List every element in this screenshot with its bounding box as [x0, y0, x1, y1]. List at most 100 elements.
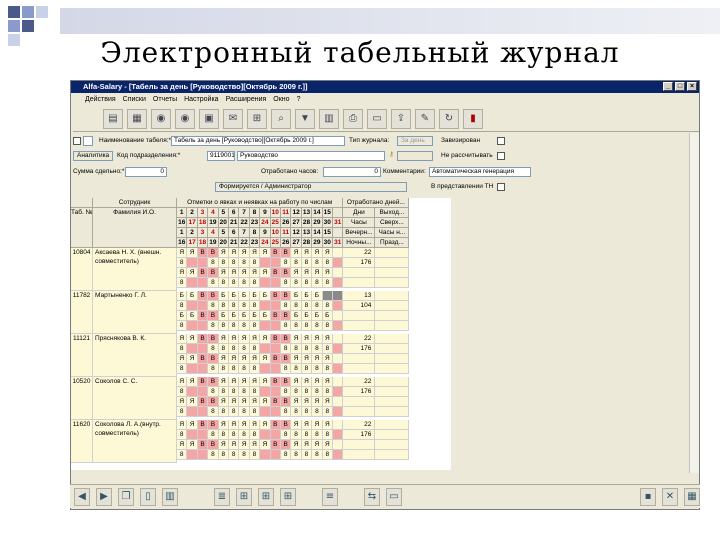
link-icon[interactable]: ⇆ [364, 487, 380, 506]
vertical-scrollbar[interactable] [689, 133, 699, 473]
day-cell: 8 [208, 344, 219, 354]
list-icon[interactable]: ≡ [322, 487, 338, 506]
refresh-icon[interactable]: ↻ [439, 108, 459, 129]
comment-field[interactable]: Автоматическая генерация [429, 167, 531, 177]
menu-reports[interactable]: Отчеты [153, 96, 177, 103]
journal-type-select[interactable]: За день [397, 136, 433, 146]
day-cell: 8 [291, 387, 302, 397]
day-cell [333, 321, 344, 331]
day-cell: Я [229, 397, 240, 407]
day-cell: 8 [218, 407, 229, 417]
book-icon[interactable]: ▮ [463, 108, 483, 129]
top-banner [60, 8, 720, 34]
menu-help[interactable]: ? [297, 96, 301, 103]
tree-icon[interactable]: ⊞ [247, 108, 267, 129]
card-icon[interactable]: ▭ [386, 487, 402, 506]
sum-field[interactable]: 0 [125, 167, 167, 177]
menu-actions[interactable]: Действия [85, 96, 116, 103]
dept-code-field[interactable]: 9119001 [207, 151, 235, 161]
table-row-name: Соколов С. С. [93, 377, 177, 420]
forward-arrow-icon[interactable]: ▶ [96, 487, 112, 506]
day-cell: Я [291, 440, 302, 450]
print-icon[interactable]: ⎙ [343, 108, 363, 129]
day-header: 19 [208, 218, 219, 228]
trash-icon[interactable]: ▥ [162, 487, 178, 506]
search-icon[interactable]: ⌕ [271, 108, 291, 129]
day-cell: Я [249, 334, 261, 344]
key-icon[interactable]: ⚷ [389, 150, 394, 158]
page-icon[interactable]: ▯ [140, 487, 156, 506]
grid-add-icon[interactable]: ⊞ [236, 487, 252, 506]
day-cell: Я [291, 377, 302, 387]
day-cell [197, 278, 209, 288]
header-employee: Сотрудник [93, 198, 177, 208]
menu-settings[interactable]: Настройка [184, 96, 218, 103]
id-field[interactable] [83, 136, 93, 146]
no-calc-checkbox[interactable] [497, 152, 505, 160]
day-cell: Я [229, 377, 240, 387]
copy-icon[interactable]: ❐ [118, 487, 134, 506]
worked-cell-2 [375, 301, 410, 311]
day-cell: В [270, 291, 281, 301]
grid-edit-icon[interactable]: ⊞ [258, 487, 274, 506]
monitor-icon[interactable]: ▭ [367, 108, 387, 129]
analytics-button[interactable]: Аналитика [73, 151, 113, 161]
table-row-name: Пряснякова В. К. [93, 334, 177, 377]
day-cell [270, 430, 281, 440]
day-cell: Б [249, 311, 261, 321]
day-cell: Я [239, 397, 250, 407]
day-cell: Б [291, 291, 302, 301]
day-cell [260, 321, 271, 331]
table-icon[interactable]: ▣ [199, 108, 219, 129]
edit-icon[interactable]: ✎ [415, 108, 435, 129]
cancel-icon[interactable]: ✕ [662, 487, 678, 506]
day-cell: Я [301, 377, 313, 387]
mail-icon[interactable]: ✉ [223, 108, 243, 129]
dept-name-field[interactable]: Руководство [237, 151, 385, 161]
day-header: 15 [322, 208, 333, 218]
worked-cell-2 [375, 440, 410, 450]
worked-cell-2 [375, 258, 410, 268]
save-icon[interactable]: ▪ [640, 487, 656, 506]
slide: Электронный табельный журнал Alfa-Salary… [0, 0, 720, 540]
day-cell: Я [312, 420, 323, 430]
dept-select[interactable] [397, 151, 433, 161]
filter-icon[interactable]: ▼ [295, 108, 315, 129]
day-cell: 8 [281, 407, 292, 417]
export-icon[interactable]: ⇪ [391, 108, 411, 129]
grid-view-icon[interactable]: ▦ [684, 487, 700, 506]
worked-hours-field[interactable]: 0 [323, 167, 381, 177]
deco-square [36, 6, 48, 18]
maximize-button[interactable]: □ [675, 82, 685, 91]
close-button[interactable]: × [687, 82, 697, 91]
status-select[interactable]: Формируется / Администратор [215, 182, 407, 192]
grid-delete-icon[interactable]: ⊞ [280, 487, 296, 506]
day-cell: Я [218, 268, 229, 278]
calculator-icon[interactable]: ▥ [319, 108, 339, 129]
calendar-icon[interactable]: ▦ [127, 108, 147, 129]
menu-lists[interactable]: Списки [123, 96, 146, 103]
day-cell: Б [301, 291, 313, 301]
day-header: 15 [322, 228, 333, 238]
day-cell [333, 278, 344, 288]
form-checkbox[interactable] [73, 137, 81, 145]
menu-window[interactable]: Окно [273, 96, 289, 103]
day-cell: 8 [218, 430, 229, 440]
day-cell: 8 [301, 450, 313, 460]
day-header: 19 [208, 238, 219, 248]
menu-extensions[interactable]: Расширения [226, 96, 267, 103]
day-header: 18 [197, 238, 209, 248]
new-doc-icon[interactable]: ▤ [103, 108, 123, 129]
completed-checkbox[interactable] [497, 137, 505, 145]
minimize-button[interactable]: _ [663, 82, 673, 91]
day-cell: 8 [312, 387, 323, 397]
bars-icon[interactable]: ≣ [214, 487, 230, 506]
money-icon-2[interactable]: ◉ [175, 108, 195, 129]
day-cell: 8 [322, 407, 333, 417]
money-icon[interactable]: ◉ [151, 108, 171, 129]
in-tn-checkbox[interactable] [497, 183, 505, 191]
day-cell: Б [260, 311, 271, 321]
name-field[interactable]: Табель за день [Руководство][Октябрь 200… [171, 136, 345, 146]
day-cell: Я [312, 268, 323, 278]
back-arrow-icon[interactable]: ◀ [74, 487, 90, 506]
